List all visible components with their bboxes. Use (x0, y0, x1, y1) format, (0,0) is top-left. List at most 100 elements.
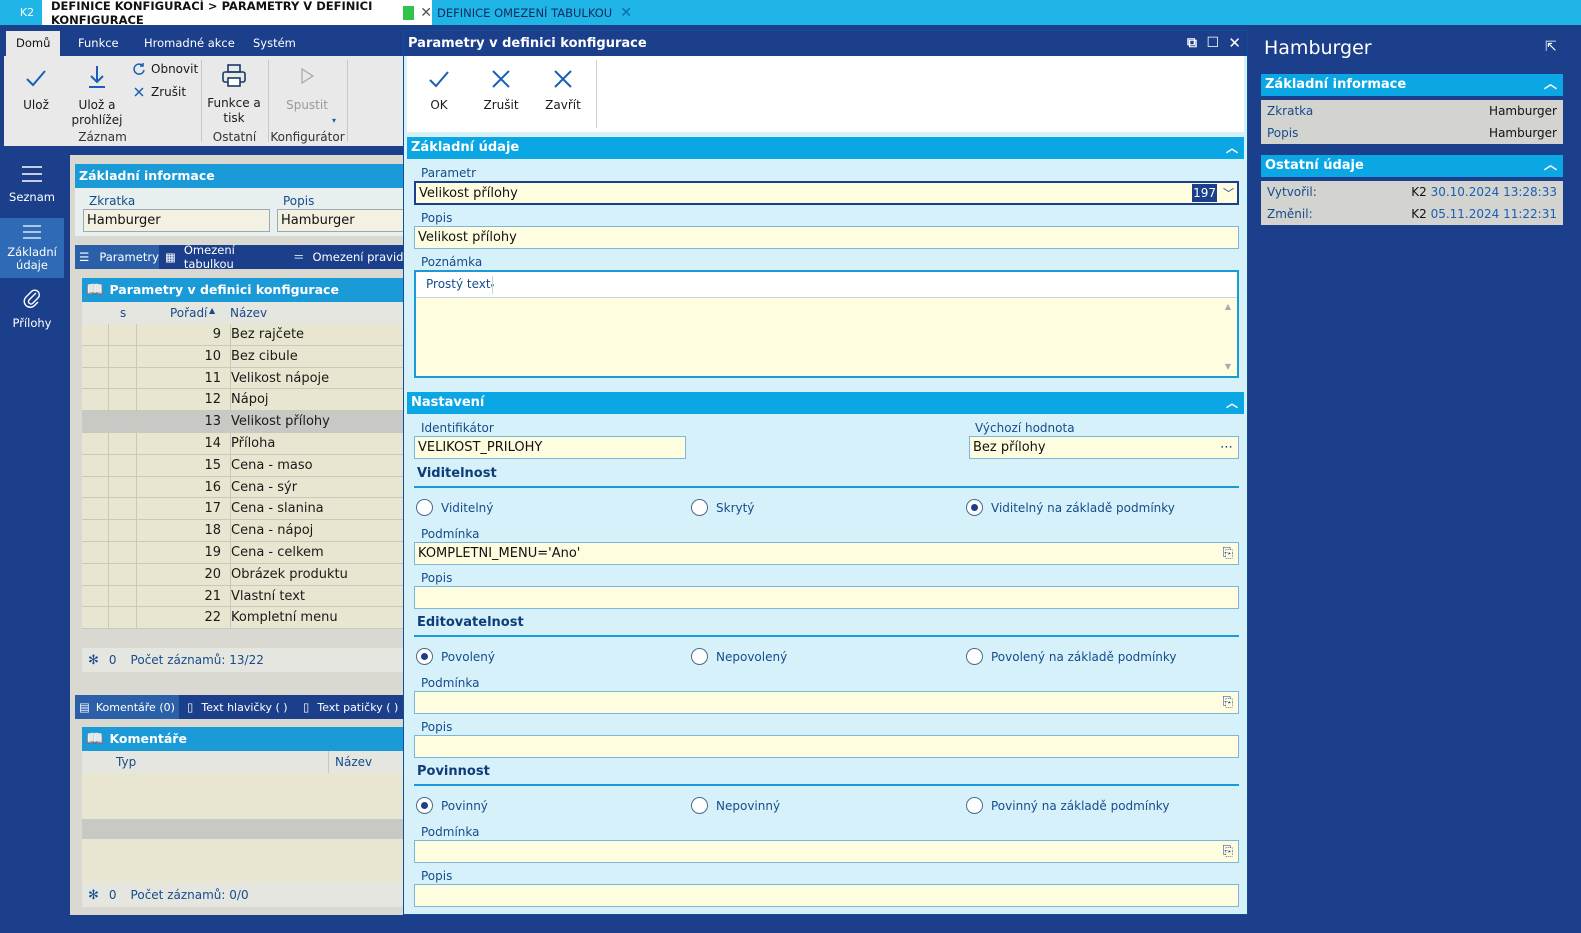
table-row[interactable]: 12 Nápoj (82, 389, 405, 412)
dropdown-arrow-icon[interactable]: ▾ (278, 113, 336, 128)
tab-definice-konfiguraci[interactable]: DEFINICE KONFIGURACÍ > PARAMETRY V DEFIN… (42, 0, 432, 27)
more-icon[interactable]: ⋯ (1220, 437, 1233, 458)
cell-s (109, 520, 137, 541)
close-icon[interactable]: ✕ (1228, 31, 1241, 56)
podminka-field-editovatelnost[interactable]: ⎘ (414, 691, 1239, 714)
col-s[interactable]: s (120, 306, 126, 320)
snowflake-icon[interactable]: ✻ (88, 888, 99, 903)
podminka-field-povinnost[interactable]: ⎘ (414, 840, 1239, 863)
table-row[interactable]: 16 Cena - sýr (82, 476, 405, 499)
table-row[interactable]: 22 Kompletní menu (82, 607, 405, 630)
radio-povinnost-0[interactable]: Povinný (416, 797, 488, 814)
ribbon-tab-system[interactable]: Systém (243, 31, 306, 56)
radio-viditelnost-2[interactable]: Viditelný na základě podmínky (966, 499, 1175, 516)
restore-icon[interactable]: ⧉ (1187, 31, 1197, 56)
popout-icon[interactable]: ⇱ (1545, 39, 1557, 55)
section-zakladni-udaje[interactable]: Základní údaje ︿ (407, 137, 1244, 159)
date-link[interactable]: 05.11.2024 11:22:31 (1431, 207, 1557, 221)
table-row[interactable]: 17 Cena - slanina (82, 498, 405, 521)
panel-section-ostatni[interactable]: Ostatní údaje ︿ (1261, 155, 1563, 177)
radio-viditelnost-0[interactable]: Viditelný (416, 499, 493, 516)
close-icon[interactable]: ✕ (620, 5, 632, 21)
popis-field-viditelnost[interactable] (414, 586, 1239, 609)
nav-prilohy[interactable]: Přílohy (0, 283, 64, 339)
save-and-view-button[interactable]: Ulož a prohlížej (68, 64, 126, 128)
radio-povinnost-1[interactable]: Nepovinný (691, 797, 780, 814)
scroll-up-icon[interactable]: ▲ (1225, 302, 1231, 311)
print-functions-button[interactable]: Funkce a tisk (206, 62, 262, 126)
table-row[interactable]: 13 Velikost přílohy (82, 411, 405, 433)
cell-nazev: Cena - maso (230, 454, 313, 476)
popis-field[interactable]: Velikost přílohy (414, 226, 1239, 249)
subtab-parametry[interactable]: ☰ Parametry (75, 245, 159, 269)
col-nazev[interactable]: Název (335, 755, 372, 769)
close-icon (134, 87, 144, 97)
group-divider (414, 784, 1239, 786)
collapse-icon[interactable]: ︿ (1226, 392, 1238, 414)
edit-expression-icon[interactable]: ⎘ (1223, 543, 1233, 564)
close-icon[interactable]: ✕ (420, 5, 432, 21)
cancel-button[interactable]: Zrušit (479, 68, 523, 113)
table-row[interactable]: 10 Bez cibule (82, 345, 405, 368)
ribbon-tab-domu[interactable]: Domů (6, 31, 61, 56)
comments-selected-row[interactable] (82, 819, 405, 839)
tab-komentare[interactable]: ▤ Komentáře (0) (75, 695, 179, 719)
scroll-down-icon[interactable]: ▼ (1225, 362, 1231, 371)
identifikator-field[interactable]: VELIKOST_PRILOHY (414, 436, 686, 459)
collapse-icon[interactable]: ︿ (1226, 137, 1238, 159)
table-row[interactable]: 20 Obrázek produktu (82, 563, 405, 586)
cancel-button[interactable]: Zrušit (132, 85, 186, 99)
panel-section-zakladni[interactable]: Základní informace ︿ (1261, 74, 1563, 96)
subtab-omezeni-pravidle[interactable]: ＝ Omezení pravidle (289, 245, 405, 269)
radio-povinnost-2[interactable]: Povinný na základě podmínky (966, 797, 1169, 814)
table-row[interactable]: 21 Vlastní text (82, 585, 405, 608)
radio-editovatelnost-1[interactable]: Nepovolený (691, 648, 787, 665)
ribbon-tab-hromadne-akce[interactable]: Hromadné akce (134, 31, 245, 56)
cell-poradi: 9 (212, 327, 221, 342)
zkratka-field[interactable]: Hamburger (83, 209, 270, 232)
ribbon: Ulož Ulož a prohlížej Obnovit Zrušit Fun… (4, 56, 403, 146)
col-typ[interactable]: Typ (116, 755, 136, 769)
run-button[interactable]: Spustit ▾ (278, 66, 336, 128)
maximize-icon[interactable]: ☐ (1206, 31, 1219, 56)
collapse-icon[interactable]: ︿ (1544, 155, 1557, 177)
close-button[interactable]: Zavřít (541, 68, 585, 113)
vychozi-field[interactable]: Bez přílohy ⋯ (969, 436, 1239, 459)
popis-field[interactable]: Hamburger (277, 209, 405, 232)
table-row[interactable]: 19 Cena - celkem (82, 541, 405, 564)
collapse-icon[interactable]: ︿ (1544, 74, 1557, 96)
poznamka-editor[interactable]: Prostý text▾ ▲ ▼ (414, 270, 1239, 378)
tab-definice-omezeni[interactable]: DEFINICE OMEZENÍ TABULKOU ✕ (437, 0, 632, 25)
save-button[interactable]: Ulož (14, 66, 58, 113)
chevron-down-icon[interactable]: ﹀ (1223, 183, 1234, 204)
radio-editovatelnost-0[interactable]: Povolený (416, 648, 495, 665)
edit-expression-icon[interactable]: ⎘ (1223, 692, 1233, 713)
podminka-field-viditelnost[interactable]: KOMPLETNI_MENU='Ano' ⎘ (414, 542, 1239, 565)
radio-editovatelnost-2[interactable]: Povolený na základě podmínky (966, 648, 1177, 665)
k2-logo[interactable]: K2 (12, 3, 42, 22)
col-nazev[interactable]: Název (230, 306, 267, 320)
snowflake-icon[interactable]: ✻ (88, 653, 99, 668)
popis-field-editovatelnost[interactable] (414, 735, 1239, 758)
edit-expression-icon[interactable]: ⎘ (1223, 841, 1233, 862)
section-nastaveni[interactable]: Nastavení ︿ (407, 392, 1244, 414)
refresh-button[interactable]: Obnovit (132, 62, 198, 76)
parametr-select[interactable]: Velikost přílohy 197 ﹀ (414, 181, 1239, 205)
table-row[interactable]: 14 Příloha (82, 432, 405, 455)
popis-field-povinnost[interactable] (414, 884, 1239, 907)
ribbon-tab-funkce[interactable]: Funkce (68, 31, 129, 56)
ok-button[interactable]: OK (417, 68, 461, 113)
subtab-omezeni-tabulkou[interactable]: ▦ Omezení tabulkou (161, 243, 287, 271)
table-row[interactable]: 9 Bez rajčete (82, 324, 405, 346)
nav-zakladni-udaje[interactable]: Základní údaje (0, 218, 64, 278)
col-poradi[interactable]: Pořadí (170, 306, 207, 320)
table-row[interactable]: 15 Cena - maso (82, 454, 405, 477)
tab-text-hlavicky[interactable]: ▯ Text hlavičky ( ) (183, 695, 295, 719)
format-dropdown[interactable]: Prostý text▾ (426, 277, 494, 291)
radio-viditelnost-1[interactable]: Skrytý (691, 499, 754, 516)
date-link[interactable]: 30.10.2024 13:28:33 (1431, 185, 1557, 199)
tab-text-paticky[interactable]: ▯ Text patičky ( ) (299, 695, 405, 719)
nav-seznam[interactable]: Seznam (0, 161, 64, 217)
table-row[interactable]: 11 Velikost nápoje (82, 367, 405, 390)
table-row[interactable]: 18 Cena - nápoj (82, 520, 405, 542)
